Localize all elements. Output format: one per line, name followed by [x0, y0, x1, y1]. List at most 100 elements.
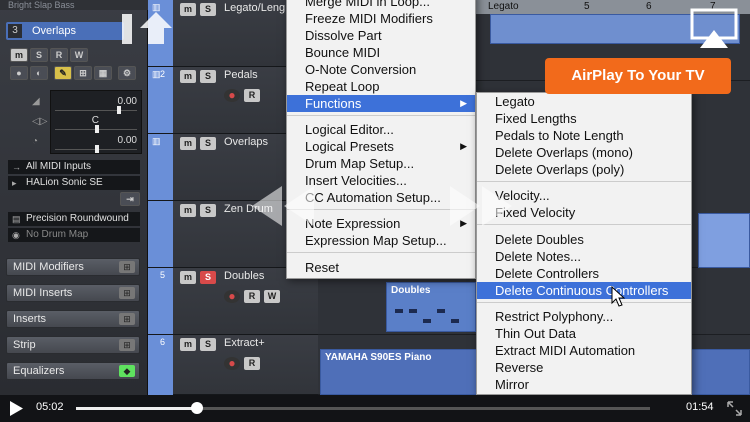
track-read-button[interactable]: R [244, 357, 260, 370]
record-enable-button[interactable]: ● [10, 66, 28, 80]
menu-item-functions[interactable]: Functions ▶ [287, 95, 475, 112]
menu-item-o-note-conversion[interactable]: O-Note Conversion [287, 61, 475, 78]
strip-bypass-icon[interactable]: ⊞ [119, 339, 135, 351]
track-mute-button[interactable]: m [180, 70, 196, 83]
track-name[interactable]: Doubles [224, 270, 264, 282]
ruler-marker: 5 [584, 1, 590, 12]
airplay-button[interactable]: AirPlay To Your TV [545, 58, 731, 94]
submenu-item-thin-out-data[interactable]: Thin Out Data [477, 325, 691, 342]
track-mute-button[interactable]: m [180, 338, 196, 351]
airplay-icon[interactable] [690, 8, 738, 50]
play-icon[interactable] [8, 400, 24, 417]
fast-forward-icon[interactable] [446, 180, 516, 232]
fullscreen-icon[interactable] [726, 400, 743, 417]
menu-item-repeat-loop[interactable]: Repeat Loop [287, 78, 475, 95]
menu-item-dissolve-part[interactable]: Dissolve Part [287, 27, 475, 44]
menu-item-expression-map-setup[interactable]: Expression Map Setup... [287, 232, 475, 249]
strip-label: Strip [13, 339, 36, 351]
submenu-item-delete-overlaps-poly[interactable]: Delete Overlaps (poly) [477, 161, 691, 178]
midi-note [451, 319, 459, 323]
submenu-item-delete-controllers[interactable]: Delete Controllers [477, 265, 691, 282]
track-row[interactable]: 6 m S Extract+ ● R [148, 335, 318, 395]
progress-thumb[interactable] [190, 402, 203, 414]
track-solo-button[interactable]: S [200, 70, 216, 83]
drum-map-select[interactable]: ◉ No Drum Map [8, 228, 140, 242]
track-solo-button[interactable]: S [200, 204, 216, 217]
freeze-button[interactable]: ▦ [94, 66, 112, 80]
track-mute-button[interactable]: m [180, 271, 196, 284]
menu-item-bounce-midi[interactable]: Bounce MIDI [287, 44, 475, 61]
submenu-item-extract-midi-automation[interactable]: Extract MIDI Automation [477, 342, 691, 359]
track-name[interactable]: Overlaps [224, 136, 268, 148]
functions-submenu: Legato Fixed Lengths Pedals to Note Leng… [476, 92, 692, 395]
read-button[interactable]: R [50, 48, 68, 62]
submenu-item-reverse[interactable]: Reverse [477, 359, 691, 376]
track-solo-button[interactable]: S [200, 338, 216, 351]
track-read-button[interactable]: R [244, 290, 260, 303]
track-mute-button[interactable]: m [180, 3, 196, 16]
mute-button[interactable]: m [10, 48, 28, 62]
track-solo-button[interactable]: S [200, 137, 216, 150]
equalizers-label: Equalizers [13, 365, 65, 377]
submenu-item-delete-doubles[interactable]: Delete Doubles [477, 231, 691, 248]
strip-section[interactable]: Strip ⊞ [6, 336, 140, 354]
program-select[interactable]: ▤ Precision Roundwound [8, 212, 140, 226]
inserts-label: Inserts [13, 313, 47, 325]
track-name[interactable]: Extract+ [224, 337, 265, 349]
midi-inserts-bypass-icon[interactable]: ⊞ [119, 287, 135, 299]
equalizers-bypass-icon[interactable]: ◆ [119, 365, 135, 377]
menu-item-merge-midi[interactable]: Merge MIDI in Loop... [287, 0, 475, 10]
track-name[interactable]: Pedals [224, 69, 258, 81]
write-button[interactable]: W [70, 48, 88, 62]
elapsed-time: 05:02 [36, 401, 64, 413]
delay-slider[interactable] [95, 145, 99, 153]
submenu-item-delete-notes[interactable]: Delete Notes... [477, 248, 691, 265]
volume-slider[interactable] [117, 106, 121, 114]
menu-item-drum-map-setup[interactable]: Drum Map Setup... [287, 155, 475, 172]
track-record-button[interactable]: ● [224, 290, 240, 303]
submenu-item-delete-continuous-controllers[interactable]: Delete Continuous Controllers [477, 282, 691, 299]
midi-output-select[interactable]: ▸ HALion Sonic SE [8, 176, 140, 190]
pan-slider[interactable] [95, 125, 99, 133]
midi-modifiers-bypass-icon[interactable]: ⊞ [119, 261, 135, 273]
menu-item-reset[interactable]: Reset [287, 259, 475, 276]
track-write-button[interactable]: W [264, 290, 280, 303]
submenu-item-legato[interactable]: Legato [477, 93, 691, 110]
track-name[interactable]: Legato/Leng [224, 2, 285, 14]
monitor-button[interactable]: ◐ [30, 66, 48, 80]
menu-item-logical-presets[interactable]: Logical Presets ▶ [287, 138, 475, 155]
inserts-section[interactable]: Inserts ⊞ [6, 310, 140, 328]
track-mute-button[interactable]: m [180, 137, 196, 150]
submenu-item-delete-overlaps-mono[interactable]: Delete Overlaps (mono) [477, 144, 691, 161]
track-solo-button[interactable]: S [200, 3, 216, 16]
midi-modifiers-section[interactable]: MIDI Modifiers ⊞ [6, 258, 140, 276]
rewind-icon[interactable] [248, 180, 318, 232]
menu-separator [287, 115, 475, 116]
inserts-bypass-icon[interactable]: ⊞ [119, 313, 135, 325]
menu-item-freeze-midi-modifiers[interactable]: Freeze MIDI Modifiers [287, 10, 475, 27]
doubles-part[interactable]: Doubles [386, 282, 476, 332]
home-icon[interactable] [118, 6, 178, 50]
menu-item-logical-editor[interactable]: Logical Editor... [287, 121, 475, 138]
solo-button[interactable]: S [30, 48, 48, 62]
track-record-button[interactable]: ● [224, 357, 240, 370]
submenu-item-restrict-polyphony[interactable]: Restrict Polyphony... [477, 308, 691, 325]
midi-part[interactable] [698, 213, 750, 268]
submenu-item-fixed-lengths[interactable]: Fixed Lengths [477, 110, 691, 127]
inspector-track-name[interactable]: Overlaps [6, 22, 124, 40]
lane-button[interactable]: ⊞ [74, 66, 92, 80]
track-read-button[interactable]: R [244, 89, 260, 102]
edit-button[interactable]: ✎ [54, 66, 72, 80]
submenu-item-mirror[interactable]: Mirror [477, 376, 691, 393]
track-solo-button[interactable]: S [200, 271, 216, 284]
midi-input-select[interactable]: → All MIDI Inputs [8, 160, 140, 174]
settings-icon[interactable]: ⚙ [118, 66, 136, 80]
menu-separator [287, 252, 475, 253]
track-record-button[interactable]: ● [224, 89, 240, 102]
track-mute-button[interactable]: m [180, 204, 196, 217]
pan-icon: ◁▷ [32, 116, 48, 127]
equalizers-section[interactable]: Equalizers ◆ [6, 362, 140, 380]
instrument-edit-icon[interactable]: ⇥ [120, 192, 140, 206]
submenu-item-pedals-to-note-length[interactable]: Pedals to Note Length [477, 127, 691, 144]
midi-inserts-section[interactable]: MIDI Inserts ⊞ [6, 284, 140, 302]
